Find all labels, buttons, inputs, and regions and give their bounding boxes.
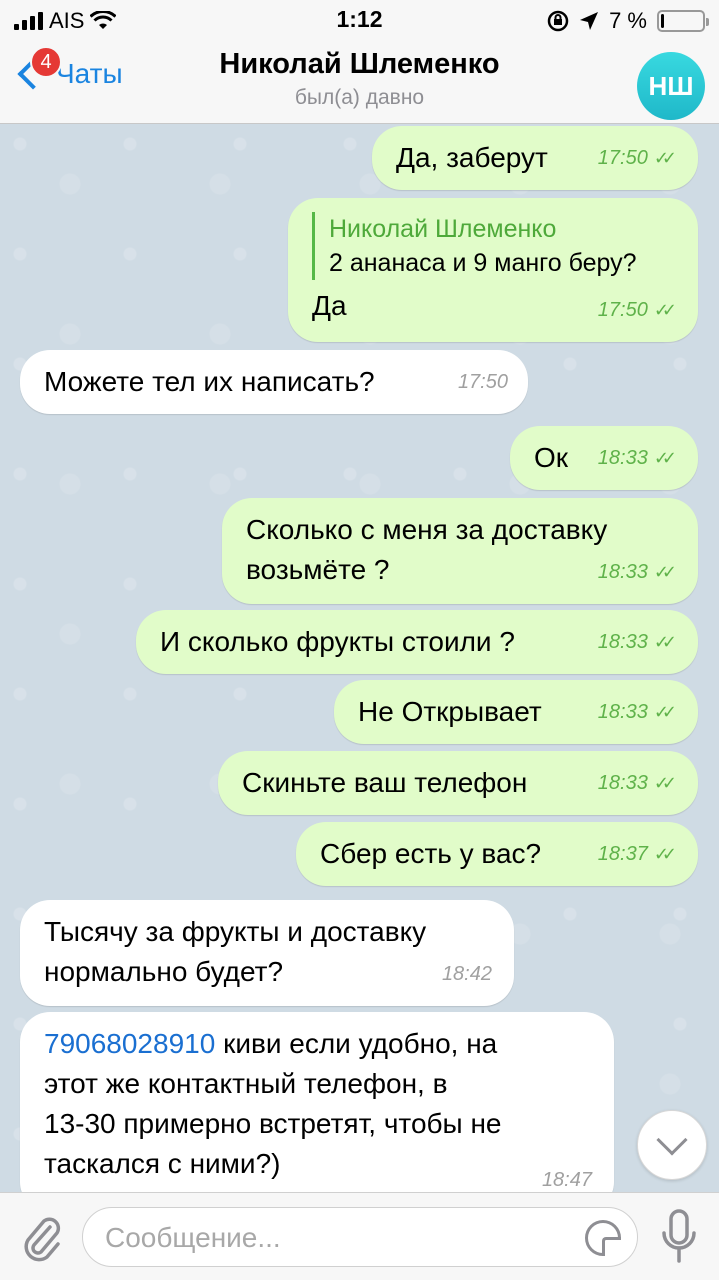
message-input[interactable] bbox=[105, 1218, 575, 1258]
message-field[interactable] bbox=[82, 1207, 638, 1267]
message-time: 18:33 bbox=[597, 447, 648, 469]
message-time: 17:50 bbox=[597, 147, 648, 169]
chat-header: 4 Чаты Николай Шлеменко был(а) давно НШ bbox=[0, 40, 719, 124]
message-meta: 17:50 bbox=[458, 362, 508, 402]
message-outgoing[interactable]: Ок 18:33 ✓✓ bbox=[510, 426, 698, 490]
message-text-line: Сколько с меня за доставку bbox=[246, 514, 608, 545]
location-arrow-icon bbox=[580, 12, 599, 30]
message-meta: 18:42 bbox=[442, 954, 492, 994]
message-text-line: 79068028910 киви если удобно, на bbox=[44, 1024, 502, 1064]
avatar[interactable]: НШ bbox=[637, 52, 705, 120]
sticker-icon[interactable] bbox=[585, 1220, 621, 1256]
reply-author: Николай Шлеменко bbox=[329, 215, 557, 243]
battery-percent: 7 % bbox=[609, 8, 647, 33]
message-meta: 18:47 bbox=[542, 1160, 592, 1192]
message-time: 17:50 bbox=[457, 371, 508, 393]
battery-icon bbox=[657, 10, 709, 32]
message-meta: 18:33 ✓✓ bbox=[597, 763, 677, 803]
message-meta: 18:33 ✓✓ bbox=[597, 622, 677, 662]
message-incoming[interactable]: Можете тел их написать? 17:50 bbox=[20, 350, 528, 414]
message-meta: 18:33 ✓✓ bbox=[597, 438, 677, 478]
message-meta: 18:37 ✓✓ bbox=[597, 834, 677, 874]
microphone-icon[interactable] bbox=[661, 1209, 697, 1265]
message-time: 17:50 bbox=[597, 299, 648, 321]
read-checks-icon: ✓✓ bbox=[653, 844, 677, 864]
message-text-line: нормально будет? bbox=[44, 956, 284, 987]
chat-title[interactable]: Николай Шлеменко bbox=[0, 48, 719, 81]
read-checks-icon: ✓✓ bbox=[653, 300, 677, 320]
message-time: 18:42 bbox=[441, 963, 492, 985]
scroll-down-button[interactable] bbox=[637, 1110, 707, 1180]
status-right: 7 % bbox=[547, 8, 709, 34]
read-checks-icon: ✓✓ bbox=[653, 632, 677, 652]
message-text: Сбер есть у вас? bbox=[320, 838, 542, 869]
attach-icon[interactable] bbox=[20, 1213, 64, 1263]
message-text-line: этот же контактный телефон, в bbox=[44, 1068, 448, 1099]
message-text-line: возьмёте ? bbox=[246, 554, 390, 585]
phone-number-link[interactable]: 79068028910 bbox=[44, 1028, 215, 1059]
chevron-down-icon bbox=[656, 1124, 688, 1156]
message-meta: 18:33 ✓✓ bbox=[597, 552, 677, 592]
message-incoming[interactable]: Тысячу за фрукты и доставку нормально бу… bbox=[20, 900, 514, 1006]
message-outgoing[interactable]: Сбер есть у вас? 18:37 ✓✓ bbox=[296, 822, 698, 886]
read-checks-icon: ✓✓ bbox=[653, 148, 677, 168]
status-bar: AIS 1:12 7 % bbox=[0, 0, 719, 40]
reply-preview[interactable]: Николай Шлеменко 2 ананаса и 9 манго бер… bbox=[312, 212, 637, 280]
read-checks-icon: ✓✓ bbox=[653, 448, 677, 468]
message-text-segment: киви если удобно, на bbox=[215, 1028, 498, 1059]
message-time: 18:33 bbox=[597, 701, 648, 723]
message-time: 18:33 bbox=[597, 631, 648, 653]
message-outgoing[interactable]: И сколько фрукты стоили ? 18:33 ✓✓ bbox=[136, 610, 698, 674]
message-outgoing[interactable]: Не Открывает 18:33 ✓✓ bbox=[334, 680, 698, 744]
battery-level bbox=[661, 14, 664, 28]
message-text-line: 13-30 примерно встретят, чтобы не bbox=[44, 1108, 502, 1139]
message-text: Да, заберут bbox=[396, 142, 548, 173]
message-meta: 18:33 ✓✓ bbox=[597, 692, 677, 732]
message-list[interactable]: Да, заберут 17:50 ✓✓ Николай Шлеменко 2 … bbox=[0, 124, 719, 1192]
reply-text: 2 ананаса и 9 манго беру? bbox=[329, 249, 637, 277]
message-text: Скиньте ваш телефон bbox=[242, 767, 528, 798]
read-checks-icon: ✓✓ bbox=[653, 702, 677, 722]
message-time: 18:33 bbox=[597, 772, 648, 794]
message-text: Да bbox=[312, 290, 347, 321]
message-incoming[interactable]: 79068028910 киви если удобно, на этот же… bbox=[20, 1012, 614, 1192]
message-text-line: Тысячу за фрукты и доставку bbox=[44, 916, 427, 947]
message-text: И сколько фрукты стоили ? bbox=[160, 626, 515, 657]
message-outgoing[interactable]: Николай Шлеменко 2 ананаса и 9 манго бер… bbox=[288, 198, 698, 342]
message-time: 18:37 bbox=[597, 843, 648, 865]
message-time: 18:33 bbox=[597, 561, 648, 583]
message-meta: 17:50 ✓✓ bbox=[597, 138, 677, 178]
message-text-line: таскался с ними?) bbox=[44, 1148, 281, 1179]
message-outgoing[interactable]: Сколько с меня за доставку возьмёте ? 18… bbox=[222, 498, 698, 604]
message-meta: 17:50 ✓✓ bbox=[597, 290, 677, 330]
message-time: 18:47 bbox=[541, 1169, 592, 1191]
rotation-lock-icon bbox=[547, 10, 569, 32]
message-text: Ок bbox=[534, 442, 569, 473]
message-outgoing[interactable]: Да, заберут 17:50 ✓✓ bbox=[372, 126, 698, 190]
input-bar bbox=[0, 1192, 719, 1280]
read-checks-icon: ✓✓ bbox=[653, 773, 677, 793]
read-checks-icon: ✓✓ bbox=[653, 562, 677, 582]
last-seen-status: был(а) давно bbox=[294, 86, 425, 109]
message-text: Не Открывает bbox=[358, 696, 542, 727]
message-outgoing[interactable]: Скиньте ваш телефон 18:33 ✓✓ bbox=[218, 751, 698, 815]
message-text: Можете тел их написать? bbox=[44, 366, 375, 397]
